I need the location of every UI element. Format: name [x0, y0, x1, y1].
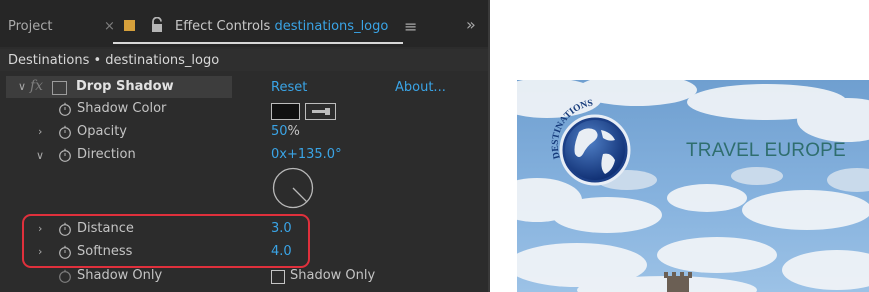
- overflow-chevron-icon[interactable]: »: [466, 15, 476, 34]
- direction-value[interactable]: 0x+135.0°: [271, 147, 342, 162]
- globe-logo: [559, 114, 631, 186]
- program-preview[interactable]: DESTINATIONS TRAVEL EUROPE: [517, 80, 869, 292]
- opacity-number: 50: [271, 124, 288, 139]
- preview-headline: TRAVEL EUROPE: [686, 140, 846, 161]
- direction-angle-dial[interactable]: [271, 166, 315, 210]
- shadow-only-checkbox[interactable]: [271, 270, 285, 284]
- preview-scene: DESTINATIONS: [517, 80, 869, 292]
- prop-opacity-label: Opacity: [77, 124, 128, 139]
- close-icon[interactable]: ×: [104, 19, 115, 34]
- panel-tab-bar: Project × Effect Controls destinations_l…: [0, 0, 490, 47]
- sequence-breadcrumb[interactable]: Destinations • destinations_logo: [0, 49, 490, 71]
- chevron-down-icon[interactable]: ∨: [36, 149, 44, 162]
- stopwatch-icon[interactable]: [58, 102, 72, 116]
- label-color-swatch: [124, 20, 135, 31]
- shadow-color-swatch[interactable]: [271, 103, 300, 120]
- tab-effect-controls[interactable]: Effect Controls destinations_logo: [175, 19, 388, 34]
- breadcrumb-text: Destinations • destinations_logo: [8, 53, 220, 68]
- direction-degrees: +135.0°: [286, 147, 342, 162]
- prop-direction-label: Direction: [77, 147, 136, 162]
- fx-badge-icon[interactable]: fx: [30, 78, 43, 94]
- chevron-down-icon[interactable]: ∨: [18, 80, 26, 93]
- tab-project[interactable]: Project: [8, 19, 52, 34]
- chevron-right-icon[interactable]: ›: [38, 125, 42, 138]
- lock-icon[interactable]: [150, 17, 164, 33]
- opacity-unit: %: [287, 124, 300, 139]
- active-tab-indicator: [113, 42, 403, 44]
- panel-menu-icon[interactable]: ≡: [404, 17, 417, 36]
- tab-effect-controls-label: Effect Controls: [175, 19, 271, 34]
- about-link[interactable]: About...: [395, 80, 446, 95]
- stopwatch-icon: [59, 269, 71, 283]
- panel-border: [488, 0, 490, 292]
- reset-button[interactable]: Reset: [271, 80, 307, 95]
- direction-revolutions: 0x: [271, 147, 287, 162]
- stopwatch-icon[interactable]: [58, 148, 72, 162]
- opacity-value[interactable]: 50%: [271, 124, 300, 139]
- effect-toggle-icon[interactable]: [52, 81, 67, 95]
- highlight-callout: [22, 214, 310, 268]
- prop-shadow-color-label: Shadow Color: [77, 101, 167, 116]
- effect-name: Drop Shadow: [76, 79, 174, 94]
- shadow-only-checkbox-label[interactable]: Shadow Only: [290, 268, 375, 283]
- stopwatch-icon[interactable]: [58, 125, 72, 139]
- tab-clip-name: destinations_logo: [274, 19, 389, 34]
- effect-controls-panel: Project × Effect Controls destinations_l…: [0, 0, 490, 292]
- eyedropper-icon[interactable]: [305, 103, 336, 120]
- prop-shadow-only-label: Shadow Only: [77, 268, 163, 283]
